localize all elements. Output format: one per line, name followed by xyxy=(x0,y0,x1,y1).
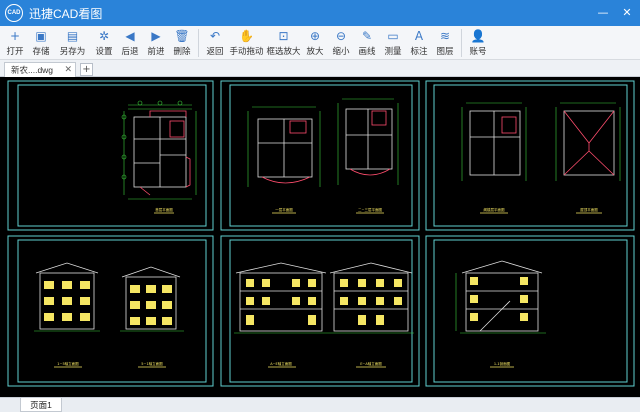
toolbar-label: 图层 xyxy=(436,46,454,56)
floor-plan-3: 阁楼层平面图 屋顶平面图 xyxy=(461,102,621,214)
toolbar-label: 框选放大 xyxy=(266,46,301,56)
sheet-border xyxy=(229,239,413,383)
drawing-title: 屋顶平面图 xyxy=(580,207,598,212)
annotate-button[interactable]: A 标注 xyxy=(406,26,432,57)
back-arrow-icon: ◀ xyxy=(125,29,135,43)
toolbar-label: 账号 xyxy=(469,46,487,56)
toolbar-label: 画线 xyxy=(358,46,376,56)
sheet-frame xyxy=(220,235,420,387)
floor-plan-2: 一层平面图 二~三层平面图 xyxy=(247,98,399,214)
plus-icon: + xyxy=(9,29,21,43)
toolbar-label: 删除 xyxy=(173,46,191,56)
toolbar-separator xyxy=(198,29,199,57)
sheet-border xyxy=(433,84,628,227)
ruler-icon: ▭ xyxy=(387,29,399,43)
drawing-title: E~A轴立面图 xyxy=(360,361,382,366)
hand-icon: ✋ xyxy=(239,29,254,43)
document-tab-bar: 新农....dwg ✕ + xyxy=(0,60,640,77)
page-tab[interactable]: 页面1 xyxy=(20,398,62,412)
delete-button[interactable]: 🗑 删除 xyxy=(169,26,195,57)
forward-button[interactable]: ▶ 前进 xyxy=(143,26,169,57)
floor-plan-1: 首层平面图 xyxy=(121,100,197,214)
open-button[interactable]: + 打开 xyxy=(2,26,28,57)
sheet-frame xyxy=(425,235,635,387)
back-button[interactable]: ◀ 后退 xyxy=(117,26,143,57)
account-button[interactable]: 👤 账号 xyxy=(465,26,491,57)
sheet-border xyxy=(17,84,207,227)
zoomwin-button[interactable]: ⊡ 框选放大 xyxy=(265,26,302,57)
app-logo-icon: CAD xyxy=(5,4,23,22)
trash-icon: 🗑 xyxy=(174,29,190,43)
document-tab-label: 新农....dwg xyxy=(11,65,54,75)
zoom-window-icon: ⊡ xyxy=(278,29,289,43)
return-button[interactable]: ↶ 返回 xyxy=(202,26,228,57)
save-icon: ▣ xyxy=(35,29,47,43)
toolbar-label: 标注 xyxy=(410,46,428,56)
toolbar-label: 放大 xyxy=(306,46,324,56)
zoom-in-icon: ⊕ xyxy=(309,29,321,43)
sheet-border xyxy=(433,239,628,383)
drawing-title: A~E轴立面图 xyxy=(270,361,292,366)
toolbar-separator xyxy=(461,29,462,57)
user-icon: 👤 xyxy=(470,29,486,43)
text-a-icon: A xyxy=(414,29,424,43)
toolbar-label: 另存为 xyxy=(59,46,86,56)
drawing-title: 阁楼层平面图 xyxy=(484,207,505,212)
elevation-1: 1~5轴立面图 5~1轴立面图 xyxy=(34,262,184,368)
zoomin-button[interactable]: ⊕ 放大 xyxy=(302,26,328,57)
return-icon: ↶ xyxy=(209,29,221,43)
title-bar: CAD 迅捷CAD看图 — ✕ xyxy=(0,0,640,26)
layers-button[interactable]: ≋ 图层 xyxy=(432,26,458,57)
pencil-icon: ✎ xyxy=(361,29,373,43)
layers-icon: ≋ xyxy=(439,29,451,43)
elevation-2: A~E轴立面图 E~A轴立面图 xyxy=(234,262,414,368)
toolbar-label: 存储 xyxy=(32,46,50,56)
measure-button[interactable]: ▭ 测量 xyxy=(380,26,406,57)
sheet-frame xyxy=(425,80,635,231)
toolbar-label: 设置 xyxy=(95,46,113,56)
drawing-title: 1-1剖面图 xyxy=(494,361,511,366)
line-button[interactable]: ✎ 画线 xyxy=(354,26,380,57)
sheet-frame xyxy=(7,235,214,387)
minimize-button[interactable]: — xyxy=(594,4,612,20)
save-button[interactable]: ▣ 存储 xyxy=(28,26,54,57)
save-as-icon: ▤ xyxy=(66,29,79,43)
drawing-title: 一层平面图 xyxy=(275,207,293,212)
pan-button[interactable]: ✋ 手动拖动 xyxy=(228,26,265,57)
zoom-out-icon: ⊖ xyxy=(335,29,347,43)
sheet-border xyxy=(17,239,207,383)
close-tab-icon[interactable]: ✕ xyxy=(64,64,72,75)
drawing-title: 首层平面图 xyxy=(155,207,173,212)
gear-icon: ✲ xyxy=(98,29,110,43)
cad-drawing: 首层平面图 一层平面图 二~三层平面图 阁楼层平面图 屋顶平面图 1~5轴立面图… xyxy=(7,80,635,387)
toolbar-label: 后退 xyxy=(121,46,139,56)
drawing-canvas[interactable]: 首层平面图 一层平面图 二~三层平面图 阁楼层平面图 屋顶平面图 1~5轴立面图… xyxy=(0,77,640,397)
toolbar-label: 手动拖动 xyxy=(229,46,264,56)
sheet-border xyxy=(229,84,413,227)
toolbar: + 打开 ▣ 存储 ▤ 另存为 ✲ 设置 ◀ 后退 ▶ 前进 🗑 删除 ↶ 返回 ✋ 手动拖动 ⊡ 框选放大 ⊕ 放大 ⊖ 缩… xyxy=(0,26,640,60)
saveas-button[interactable]: ▤ 另存为 xyxy=(54,26,91,57)
close-button[interactable]: ✕ xyxy=(618,4,636,20)
toolbar-label: 测量 xyxy=(384,46,402,56)
settings-button[interactable]: ✲ 设置 xyxy=(91,26,117,57)
toolbar-label: 缩小 xyxy=(332,46,350,56)
section-1: 1-1剖面图 xyxy=(455,260,546,368)
add-tab-button[interactable]: + xyxy=(80,63,93,76)
drawing-title: 5~1轴立面图 xyxy=(141,361,163,366)
toolbar-label: 前进 xyxy=(147,46,165,56)
page-tab-bar: 页面1 xyxy=(0,397,640,412)
document-tab[interactable]: 新农....dwg ✕ xyxy=(4,62,76,77)
drawing-title: 1~5轴立面图 xyxy=(57,361,79,366)
toolbar-label: 返回 xyxy=(206,46,224,56)
app-title: 迅捷CAD看图 xyxy=(29,6,103,21)
zoomout-button[interactable]: ⊖ 缩小 xyxy=(328,26,354,57)
forward-arrow-icon: ▶ xyxy=(151,29,161,43)
toolbar-label: 打开 xyxy=(6,46,24,56)
drawing-title: 二~三层平面图 xyxy=(358,207,382,212)
